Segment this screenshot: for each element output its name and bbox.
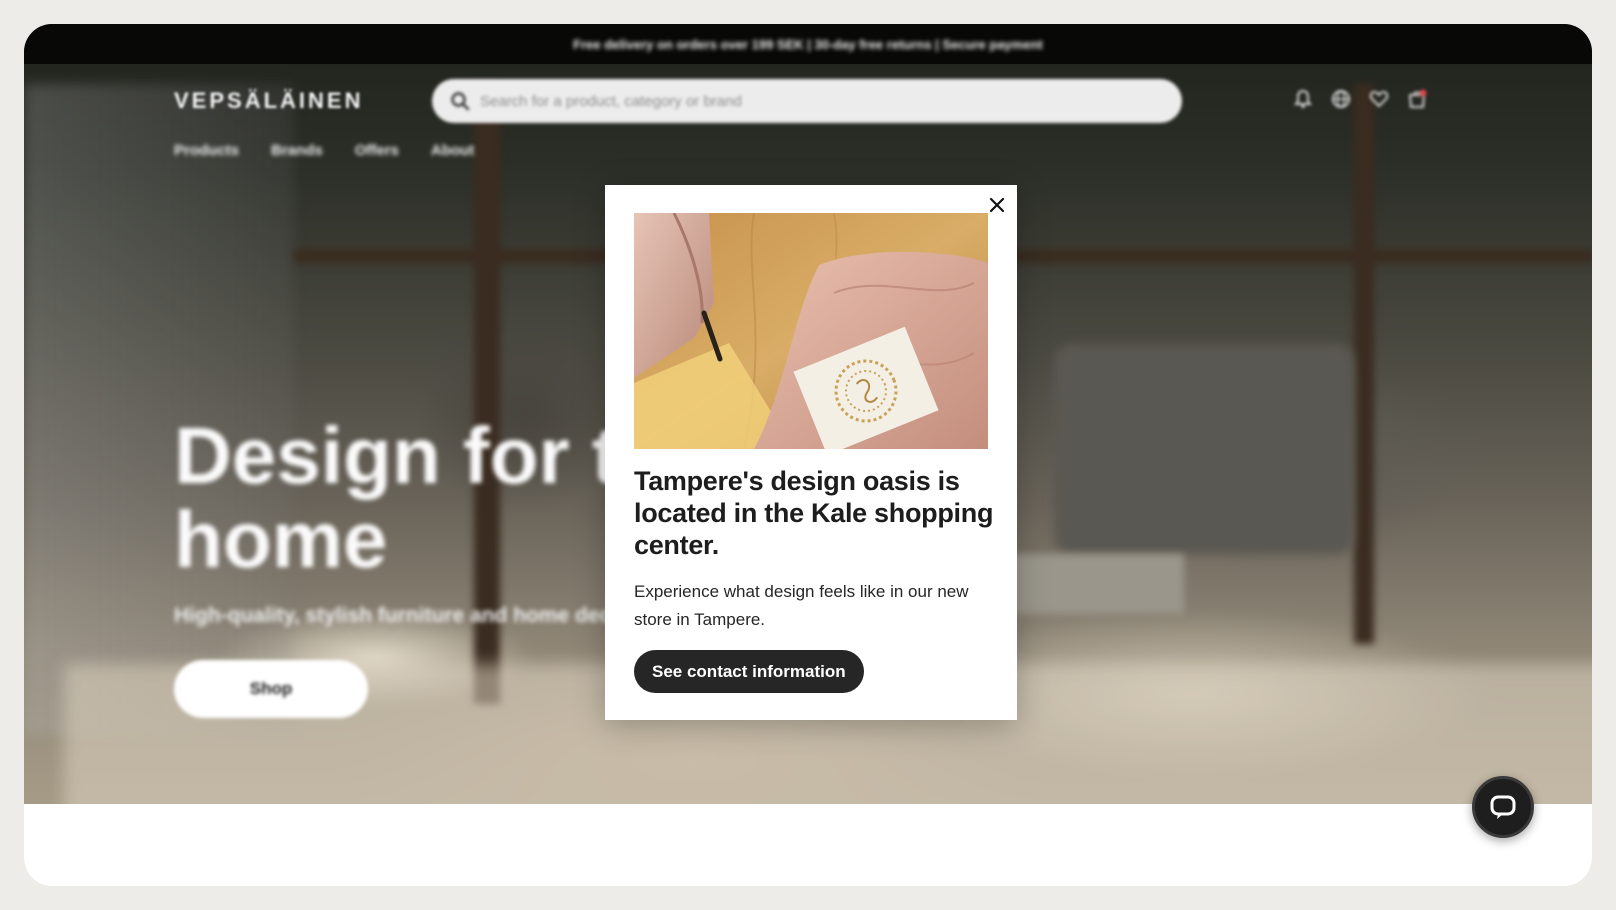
search-icon — [451, 92, 470, 111]
nav-item-products[interactable]: Products — [174, 142, 239, 159]
header-icons — [1292, 88, 1428, 110]
window-frame-post — [1354, 84, 1374, 644]
popup-image — [634, 213, 988, 449]
main-nav: Products Brands Offers About — [174, 142, 474, 159]
chat-bubble-icon — [1490, 795, 1516, 819]
nav-item-about[interactable]: About — [431, 142, 474, 159]
site-logo[interactable]: VEPSÄLÄINEN — [174, 88, 363, 114]
store-promo-popup: Tampere's design oasis is located in the… — [605, 185, 1017, 720]
hero-curtain — [24, 84, 294, 734]
chat-button[interactable] — [1472, 776, 1534, 838]
shop-button[interactable]: Shop — [174, 660, 368, 718]
popup-photo — [634, 213, 988, 449]
nav-item-offers[interactable]: Offers — [355, 142, 399, 159]
nav-item-brands[interactable]: Brands — [271, 142, 323, 159]
hero-sofa — [1054, 344, 1354, 554]
see-contact-information-button[interactable]: See contact information — [634, 650, 864, 693]
globe-icon[interactable] — [1330, 88, 1352, 110]
popup-title: Tampere's design oasis is located in the… — [634, 466, 994, 560]
search-placeholder: Search for a product, category or brand — [480, 92, 742, 110]
popup-text: Experience what design feels like in our… — [634, 582, 969, 629]
heart-icon[interactable] — [1368, 88, 1390, 110]
cart-icon[interactable] — [1406, 88, 1428, 110]
browser-frame: Free delivery on orders over 199 SEK | 3… — [24, 24, 1592, 886]
announcement-bar: Free delivery on orders over 199 SEK | 3… — [24, 24, 1592, 64]
page-below-hero — [24, 804, 1592, 886]
notification-bell-icon[interactable] — [1292, 88, 1314, 110]
close-icon — [989, 197, 1005, 213]
search-input[interactable]: Search for a product, category or brand — [432, 79, 1182, 123]
hero-subtitle: High-quality, stylish furniture and home… — [174, 604, 633, 627]
shop-button-label: Shop — [249, 679, 293, 698]
announcement-text: Free delivery on orders over 199 SEK | 3… — [573, 36, 1043, 52]
